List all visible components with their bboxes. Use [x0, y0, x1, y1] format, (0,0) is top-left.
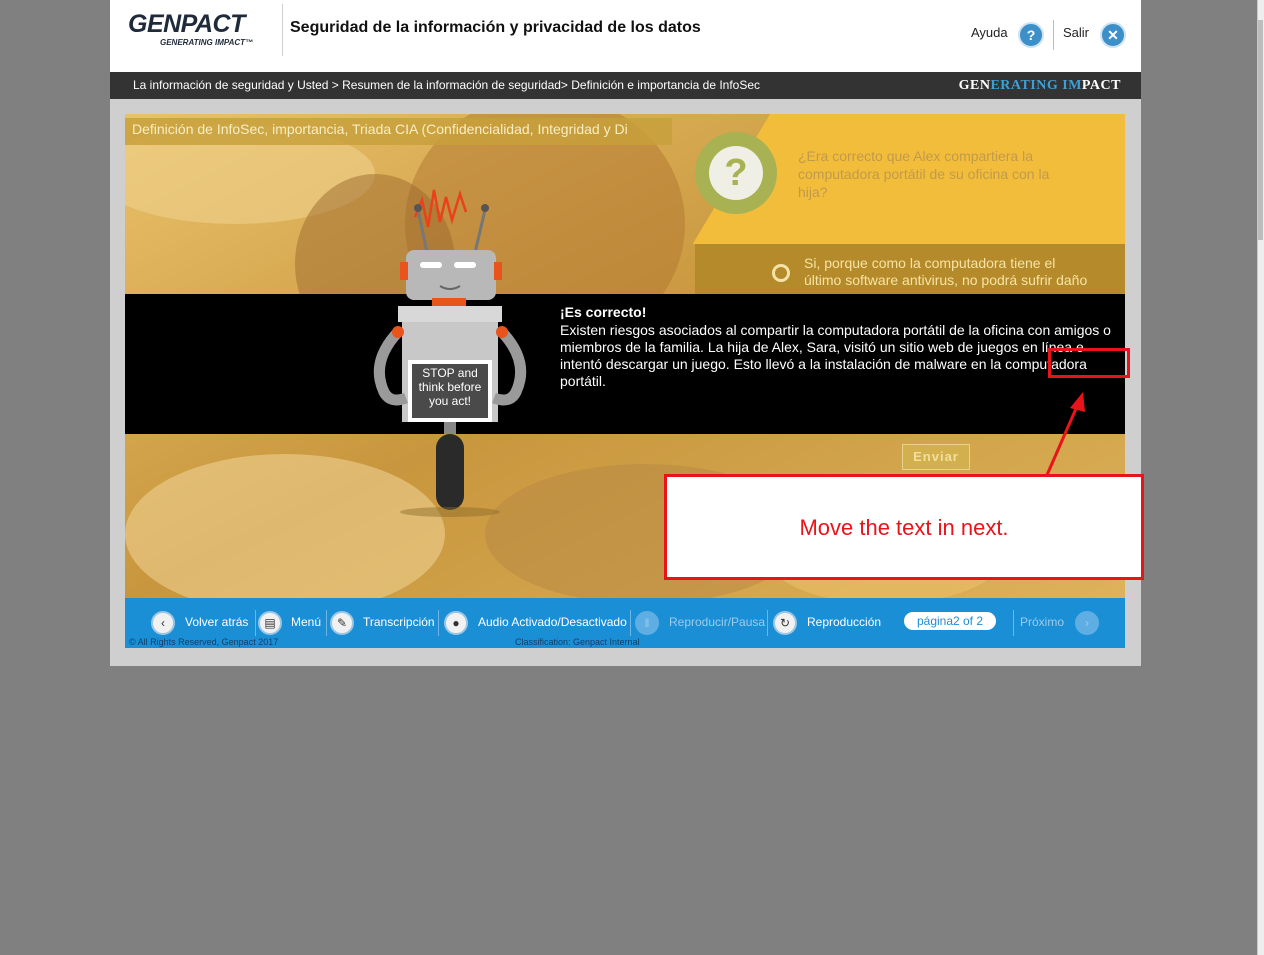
menu-icon[interactable]: ▤ — [258, 611, 282, 635]
copyright-text: © All Rights Reserved, Genpact 2017 — [129, 637, 279, 647]
player-nav-bar: ‹ Volver atrás ▤ Menú ✎ Transcripción ● … — [125, 598, 1125, 648]
play-pause-button[interactable]: Reproducir/Pausa — [669, 615, 765, 629]
nav-separator — [326, 610, 327, 636]
question-mark-icon: ? — [695, 132, 777, 214]
feedback-title: ¡Es correcto! — [560, 304, 647, 320]
answer-option-radio[interactable] — [772, 264, 790, 282]
course-header: GENPACT GENERATING IMPACT™ Seguridad de … — [110, 0, 1141, 72]
brand-part-4: PACT — [1081, 78, 1121, 93]
slide-title: Definición de InfoSec, importancia, Tria… — [125, 118, 672, 145]
genpact-logo: GENPACT GENERATING IMPACT™ — [128, 10, 278, 47]
header-divider — [282, 4, 283, 56]
brand-part-2: ERATING — [990, 78, 1063, 93]
annotation-arrow — [1045, 392, 1085, 476]
nav-separator — [438, 610, 439, 636]
answer-option-label[interactable]: Si, porque como la computadora tiene el … — [804, 255, 1094, 289]
breadcrumb: La información de seguridad y Usted > Re… — [133, 78, 761, 92]
robot-sign-text: STOP and think before you act! — [418, 366, 482, 408]
brand-part-1: GEN — [958, 78, 991, 93]
nav-separator — [1013, 610, 1014, 636]
header-separator — [1053, 20, 1054, 50]
nav-separator — [630, 610, 631, 636]
annotation-note-text: Move the text in next. — [799, 515, 1009, 540]
nav-separator — [255, 610, 256, 636]
help-label[interactable]: Ayuda — [971, 25, 1008, 40]
logo-text: GENPACT — [128, 10, 245, 38]
page-scrollbar-thumb[interactable] — [1258, 20, 1263, 240]
menu-button[interactable]: Menú — [291, 615, 321, 629]
next-arrow-icon[interactable]: › — [1075, 611, 1099, 635]
course-title: Seguridad de la información y privacidad… — [290, 19, 701, 36]
feedback-panel: ¡Es correcto! Existen riesgos asociados … — [125, 294, 1125, 434]
pause-icon[interactable]: ‖ — [635, 611, 659, 635]
close-icon[interactable]: ✕ — [1100, 22, 1126, 48]
classification-text: Classification: Genpact Internal — [515, 637, 640, 647]
question-text: ¿Era correcto que Alex compartiera la co… — [798, 148, 1050, 200]
submit-button[interactable]: Enviar — [902, 444, 970, 470]
logo-tagline: GENERATING IMPACT™ — [160, 38, 254, 47]
page-indicator: página2 of 2 — [904, 612, 996, 630]
exit-label[interactable]: Salir — [1063, 25, 1089, 40]
robot-mascot: STOP and think before you act! — [373, 189, 527, 517]
replay-icon[interactable]: ↻ — [773, 611, 797, 635]
back-button[interactable]: Volver atrás — [185, 615, 248, 629]
back-arrow-icon[interactable]: ‹ — [151, 611, 175, 635]
feedback-body: Existen riesgos asociados al compartir l… — [560, 322, 1111, 389]
nav-separator — [767, 610, 768, 636]
annotation-note: Move the text in next. — [664, 474, 1144, 580]
transcript-button[interactable]: Transcripción — [363, 615, 435, 629]
next-button[interactable]: Próximo — [1020, 615, 1064, 629]
highlight-box — [1048, 348, 1130, 378]
replay-button[interactable]: Reproducción — [807, 615, 881, 629]
brand-part-3: IM — [1062, 78, 1082, 93]
question-mark-glyph: ? — [709, 146, 763, 200]
help-icon[interactable]: ? — [1018, 22, 1044, 48]
breadcrumb-bar: La información de seguridad y Usted > Re… — [110, 72, 1141, 99]
generating-impact-brand: GENERATING IMPACT — [959, 78, 1121, 94]
microphone-icon[interactable]: ● — [444, 611, 468, 635]
transcript-icon[interactable]: ✎ — [330, 611, 354, 635]
audio-toggle-button[interactable]: Audio Activado/Desactivado — [478, 615, 627, 629]
